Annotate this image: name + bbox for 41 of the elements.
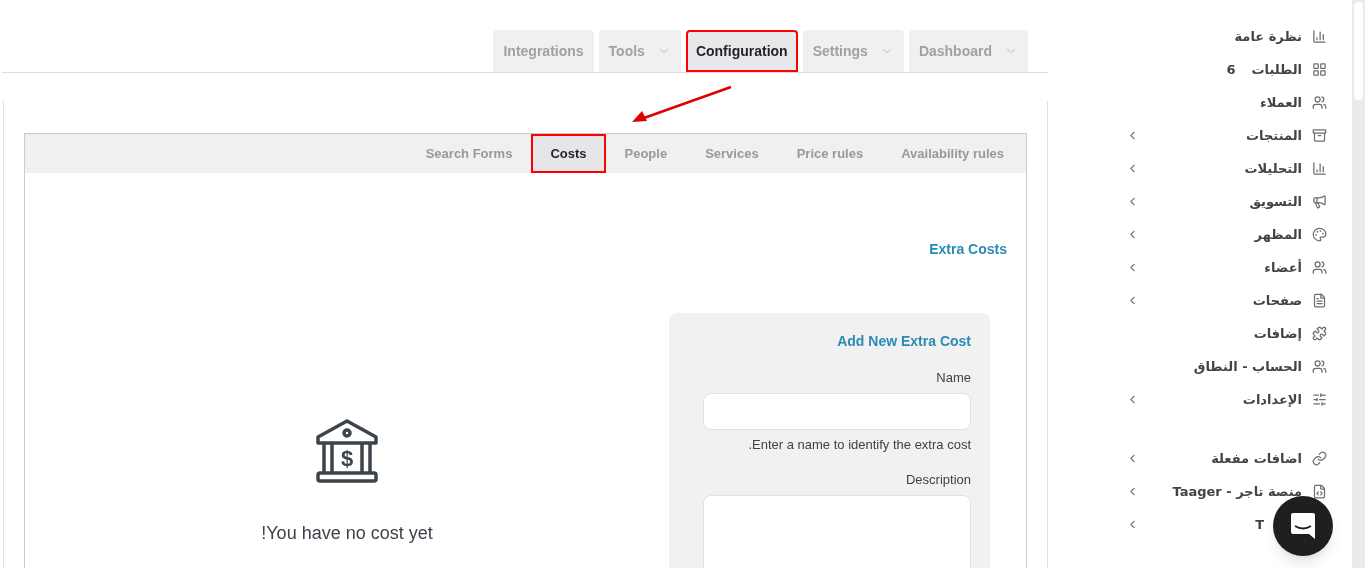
sidebar-item[interactable]: المنتجات (1246, 125, 1302, 146)
archive-icon (1312, 128, 1327, 143)
palette-icon (1312, 227, 1327, 242)
sidebar-item[interactable]: T (1255, 514, 1264, 535)
chat-button[interactable] (1273, 496, 1333, 556)
megaphone-icon (1312, 194, 1327, 209)
form-title: Add New Extra Cost (837, 332, 971, 351)
chart-icon (1312, 29, 1327, 44)
grid-icon (1312, 62, 1327, 77)
sliders-icon (1312, 392, 1327, 407)
puzzle-icon (1312, 326, 1327, 341)
field-label: Description (905, 471, 971, 489)
sidebar-item[interactable]: نظرة عامة (1234, 26, 1302, 47)
section-title: Extra Costs (929, 240, 1007, 259)
chat-icon (1290, 512, 1316, 540)
document-icon (1312, 293, 1327, 308)
sidebar-item[interactable]: الطلبات (1251, 59, 1302, 80)
help-text: .Enter a name to identify the extra cost (748, 435, 971, 454)
input-field[interactable] (703, 392, 971, 430)
users-icon (1312, 359, 1327, 374)
empty-message: !You have no cost yet (261, 522, 433, 545)
sidebar-item[interactable]: اضافات مفعلة (1211, 448, 1302, 469)
users-icon (1312, 260, 1327, 275)
sidebar-item[interactable]: التسويق (1249, 191, 1302, 212)
sidebar-item[interactable]: صفحات (1252, 290, 1302, 311)
field-label: Name (936, 369, 971, 387)
users-icon (1312, 95, 1327, 110)
sidebar-item[interactable]: منصة تاجر - Taager (1172, 481, 1302, 502)
sidebar-item[interactable]: أعضاء (1264, 257, 1302, 278)
nav-tab[interactable]: Configuration (685, 30, 798, 72)
sidebar-item[interactable]: المظهر (1254, 224, 1302, 245)
sub-tab[interactable]: Costs (531, 134, 606, 173)
chart-icon (1312, 161, 1327, 176)
sidebar-item[interactable]: إضافات (1253, 323, 1302, 344)
link-icon (1312, 451, 1327, 466)
sidebar-item[interactable]: الإعدادات (1242, 389, 1302, 410)
item-count: 6 (1226, 60, 1236, 79)
sidebar-item[interactable]: التحليلات (1244, 158, 1302, 179)
sidebar-item[interactable]: الحساب - النطاق (1193, 356, 1302, 377)
code-file-icon (1312, 484, 1327, 499)
sidebar-item[interactable]: العملاء (1260, 92, 1302, 113)
